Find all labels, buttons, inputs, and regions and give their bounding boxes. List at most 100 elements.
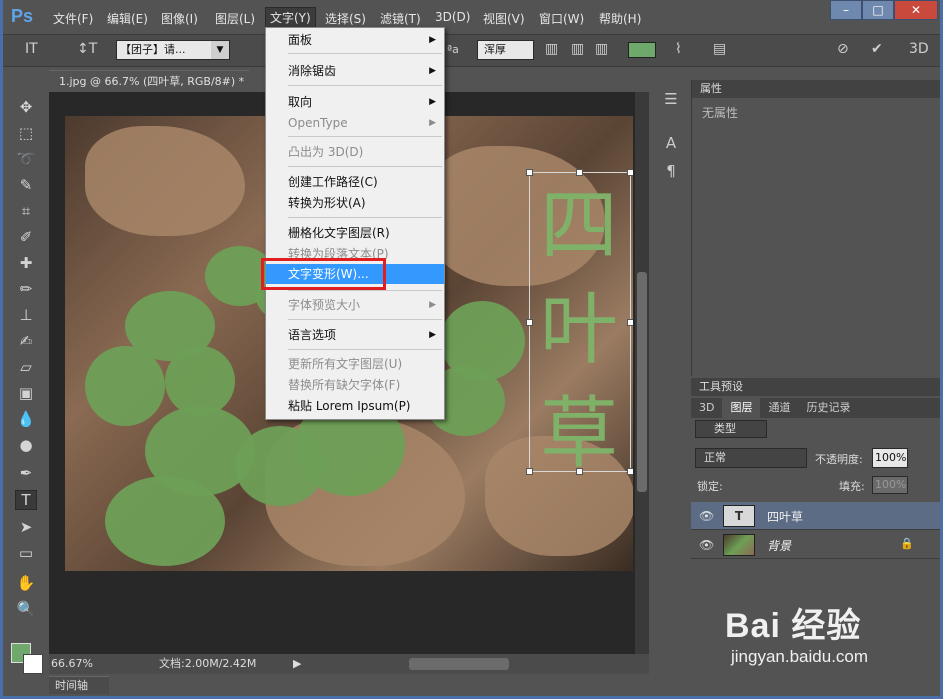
menu-item-font-preview-size[interactable]: 字体预览大小 ▶ — [266, 295, 444, 315]
type-tool-icon[interactable]: ⅠT — [25, 41, 38, 57]
menu-item-label: 语言选项 — [288, 328, 337, 342]
timeline-tab[interactable]: 时间轴 — [49, 676, 109, 694]
menu-item-label: 转换为形状(A) — [288, 196, 366, 210]
tab-history[interactable]: 历史记录 — [798, 398, 858, 418]
paragraph-icon[interactable]: ¶ — [661, 162, 681, 182]
layer-filter-select[interactable]: 类型 — [695, 420, 767, 438]
3d-icon[interactable]: 3D — [909, 41, 929, 57]
menu-item-opentype[interactable]: OpenType ▶ — [266, 113, 444, 133]
menu-image[interactable]: 图像(I) — [161, 10, 198, 27]
menu-item-label: 栅格化文字图层(R) — [288, 226, 390, 240]
menu-separator — [288, 290, 442, 291]
opacity-input[interactable]: 100% — [872, 448, 908, 468]
align-right-icon[interactable]: ▥ — [595, 41, 608, 57]
menu-select[interactable]: 选择(S) — [325, 10, 366, 27]
transform-handle[interactable] — [627, 169, 633, 176]
font-family-select[interactable]: 【团子】请... ▼ — [116, 40, 230, 60]
warp-text-icon[interactable]: ⌇ — [675, 41, 682, 57]
minimize-button[interactable]: – — [830, 0, 862, 20]
hand-tool-icon[interactable]: ✋ — [15, 574, 37, 594]
menu-item-convert-to-shape[interactable]: 转换为形状(A) — [266, 193, 444, 213]
menu-3d[interactable]: 3D(D) — [435, 10, 470, 24]
toggle-orientation-icon[interactable]: ↕T — [77, 41, 97, 57]
cancel-icon[interactable]: ⊘ — [837, 41, 849, 57]
eraser-tool-icon[interactable]: ▱ — [15, 358, 37, 378]
align-left-icon[interactable]: ▥ — [545, 41, 558, 57]
transform-handle[interactable] — [526, 169, 533, 176]
text-color-swatch[interactable] — [628, 42, 656, 58]
eyedropper-tool-icon[interactable]: ✐ — [15, 228, 37, 248]
layer-row[interactable]: 👁 背景 🔒 — [691, 531, 940, 559]
properties-panel-icon[interactable]: ☰ — [661, 90, 681, 110]
transform-handle[interactable] — [526, 319, 533, 326]
properties-header[interactable]: 属性 — [692, 80, 940, 98]
lasso-tool-icon[interactable]: ➰ — [15, 150, 37, 170]
tab-3d[interactable]: 3D — [691, 398, 722, 418]
menu-item-create-work-path[interactable]: 创建工作路径(C) — [266, 172, 444, 192]
menu-type[interactable]: 文字(Y) — [265, 7, 316, 29]
pen-tool-icon[interactable]: ✒ — [15, 464, 37, 484]
play-icon[interactable]: ▶ — [293, 654, 301, 674]
menu-file[interactable]: 文件(F) — [53, 10, 93, 27]
blur-tool-icon[interactable]: 💧 — [15, 410, 37, 430]
vertical-text-layer[interactable]: 四叶草 — [539, 174, 619, 486]
shape-tool-icon[interactable]: ▭ — [15, 544, 37, 564]
menu-view[interactable]: 视图(V) — [483, 10, 525, 27]
history-brush-icon[interactable]: ✍ — [15, 332, 37, 352]
path-select-tool-icon[interactable]: ➤ — [15, 518, 37, 538]
dodge-tool-icon[interactable]: ● — [15, 436, 37, 456]
transform-handle[interactable] — [627, 319, 633, 326]
tab-channels[interactable]: 通道 — [760, 398, 798, 418]
menu-item-antialias[interactable]: 消除锯齿 ▶ — [266, 61, 444, 81]
menu-item-panel[interactable]: 面板 ▶ — [266, 30, 444, 50]
menu-filter[interactable]: 滤镜(T) — [380, 10, 421, 27]
menu-item-orientation[interactable]: 取向 ▶ — [266, 92, 444, 112]
commit-icon[interactable]: ✔ — [871, 41, 883, 57]
scrollbar-thumb[interactable] — [637, 272, 647, 492]
menu-item-update-all-text[interactable]: 更新所有文字图层(U) — [266, 354, 444, 374]
document-tab[interactable]: 1.jpg @ 66.7% (四叶草, RGB/8#) * — [49, 70, 249, 92]
menu-item-label: 凸出为 3D(D) — [288, 145, 364, 159]
menu-item-replace-missing-fonts[interactable]: 替换所有缺欠字体(F) — [266, 375, 444, 395]
menu-layer[interactable]: 图层(L) — [215, 10, 255, 27]
eye-icon[interactable]: 👁 — [699, 538, 714, 552]
menu-item-language-options[interactable]: 语言选项 ▶ — [266, 325, 444, 345]
transform-handle[interactable] — [526, 468, 533, 475]
chevron-down-icon: ▼ — [211, 41, 229, 59]
move-tool-icon[interactable]: ✥ — [15, 98, 37, 118]
menu-item-paste-lorem-ipsum[interactable]: 粘贴 Lorem Ipsum(P) — [266, 396, 444, 416]
menu-edit[interactable]: 编辑(E) — [107, 10, 148, 27]
menu-window[interactable]: 窗口(W) — [539, 10, 584, 27]
tool-presets-tab[interactable]: 工具预设 — [691, 378, 940, 396]
zoom-tool-icon[interactable]: 🔍 — [15, 600, 37, 620]
eye-icon[interactable]: 👁 — [699, 509, 714, 523]
character-panel-icon[interactable]: ▤ — [713, 41, 726, 57]
background-color[interactable] — [23, 654, 43, 674]
menu-item-extrude-3d[interactable]: 凸出为 3D(D) — [266, 142, 444, 162]
marquee-tool-icon[interactable]: ⬚ — [15, 124, 37, 144]
vertical-scrollbar[interactable] — [635, 92, 649, 654]
align-center-icon[interactable]: ▥ — [571, 41, 584, 57]
antialias-select[interactable]: 浑厚 — [477, 40, 534, 60]
type-tool-icon[interactable]: T — [15, 490, 37, 510]
lock-icon: 🔒 — [900, 537, 914, 550]
layer-row[interactable]: 👁 T 四叶草 — [691, 502, 940, 530]
blend-mode-select[interactable]: 正常 — [695, 448, 807, 468]
gradient-tool-icon[interactable]: ▣ — [15, 384, 37, 404]
transform-handle[interactable] — [627, 468, 633, 475]
character-icon[interactable]: A — [661, 134, 681, 154]
maximize-button[interactable]: □ — [862, 0, 894, 20]
menu-help[interactable]: 帮助(H) — [599, 10, 641, 27]
stamp-tool-icon[interactable]: ⊥ — [15, 306, 37, 326]
fill-input[interactable]: 100% — [872, 476, 908, 494]
crop-tool-icon[interactable]: ⌗ — [15, 202, 37, 222]
close-button[interactable]: ✕ — [894, 0, 938, 20]
quick-select-tool-icon[interactable]: ✎ — [15, 176, 37, 196]
horizontal-scrollbar-thumb[interactable] — [409, 658, 509, 670]
healing-tool-icon[interactable]: ✚ — [15, 254, 37, 274]
brush-tool-icon[interactable]: ✏ — [15, 280, 37, 300]
menu-item-rasterize[interactable]: 栅格化文字图层(R) — [266, 223, 444, 243]
zoom-level[interactable]: 66.67% — [51, 654, 93, 674]
tab-layers[interactable]: 图层 — [722, 398, 761, 418]
doc-size: 文档:2.00M/2.42M — [159, 657, 257, 670]
